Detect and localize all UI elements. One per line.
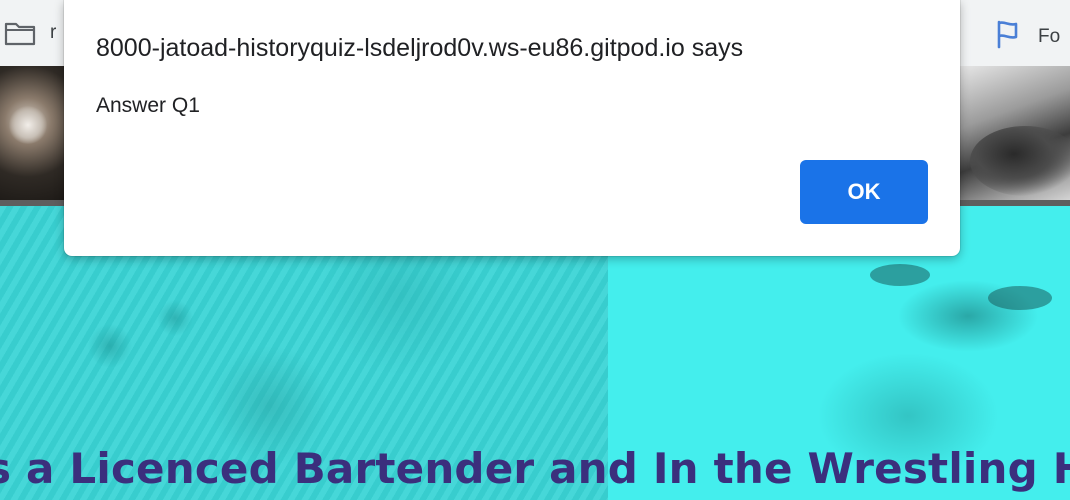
alert-title: 8000-jatoad-historyquiz-lsdeljrod0v.ws-e… bbox=[96, 34, 744, 62]
bookmark-folder[interactable]: r bbox=[4, 20, 56, 46]
bookmark-item[interactable]: Fo bbox=[994, 19, 1060, 55]
quiz-question-banner: s a Licenced Bartender and In the Wrestl… bbox=[0, 444, 1070, 493]
portrait-detail bbox=[988, 286, 1052, 310]
header-photo-left bbox=[0, 66, 70, 204]
folder-icon bbox=[4, 20, 36, 46]
flag-icon bbox=[994, 19, 1024, 55]
header-photo-right bbox=[960, 66, 1070, 204]
portrait-detail bbox=[870, 264, 930, 286]
ok-button[interactable]: OK bbox=[800, 160, 928, 224]
alert-message: Answer Q1 bbox=[96, 94, 200, 117]
bookmark-folder-label: r bbox=[50, 22, 57, 43]
alert-dialog: 8000-jatoad-historyquiz-lsdeljrod0v.ws-e… bbox=[64, 0, 960, 256]
bookmark-label: Fo bbox=[1038, 26, 1061, 47]
browser-page: r Fo s a Licenced Bartender and In the W… bbox=[0, 0, 1070, 500]
